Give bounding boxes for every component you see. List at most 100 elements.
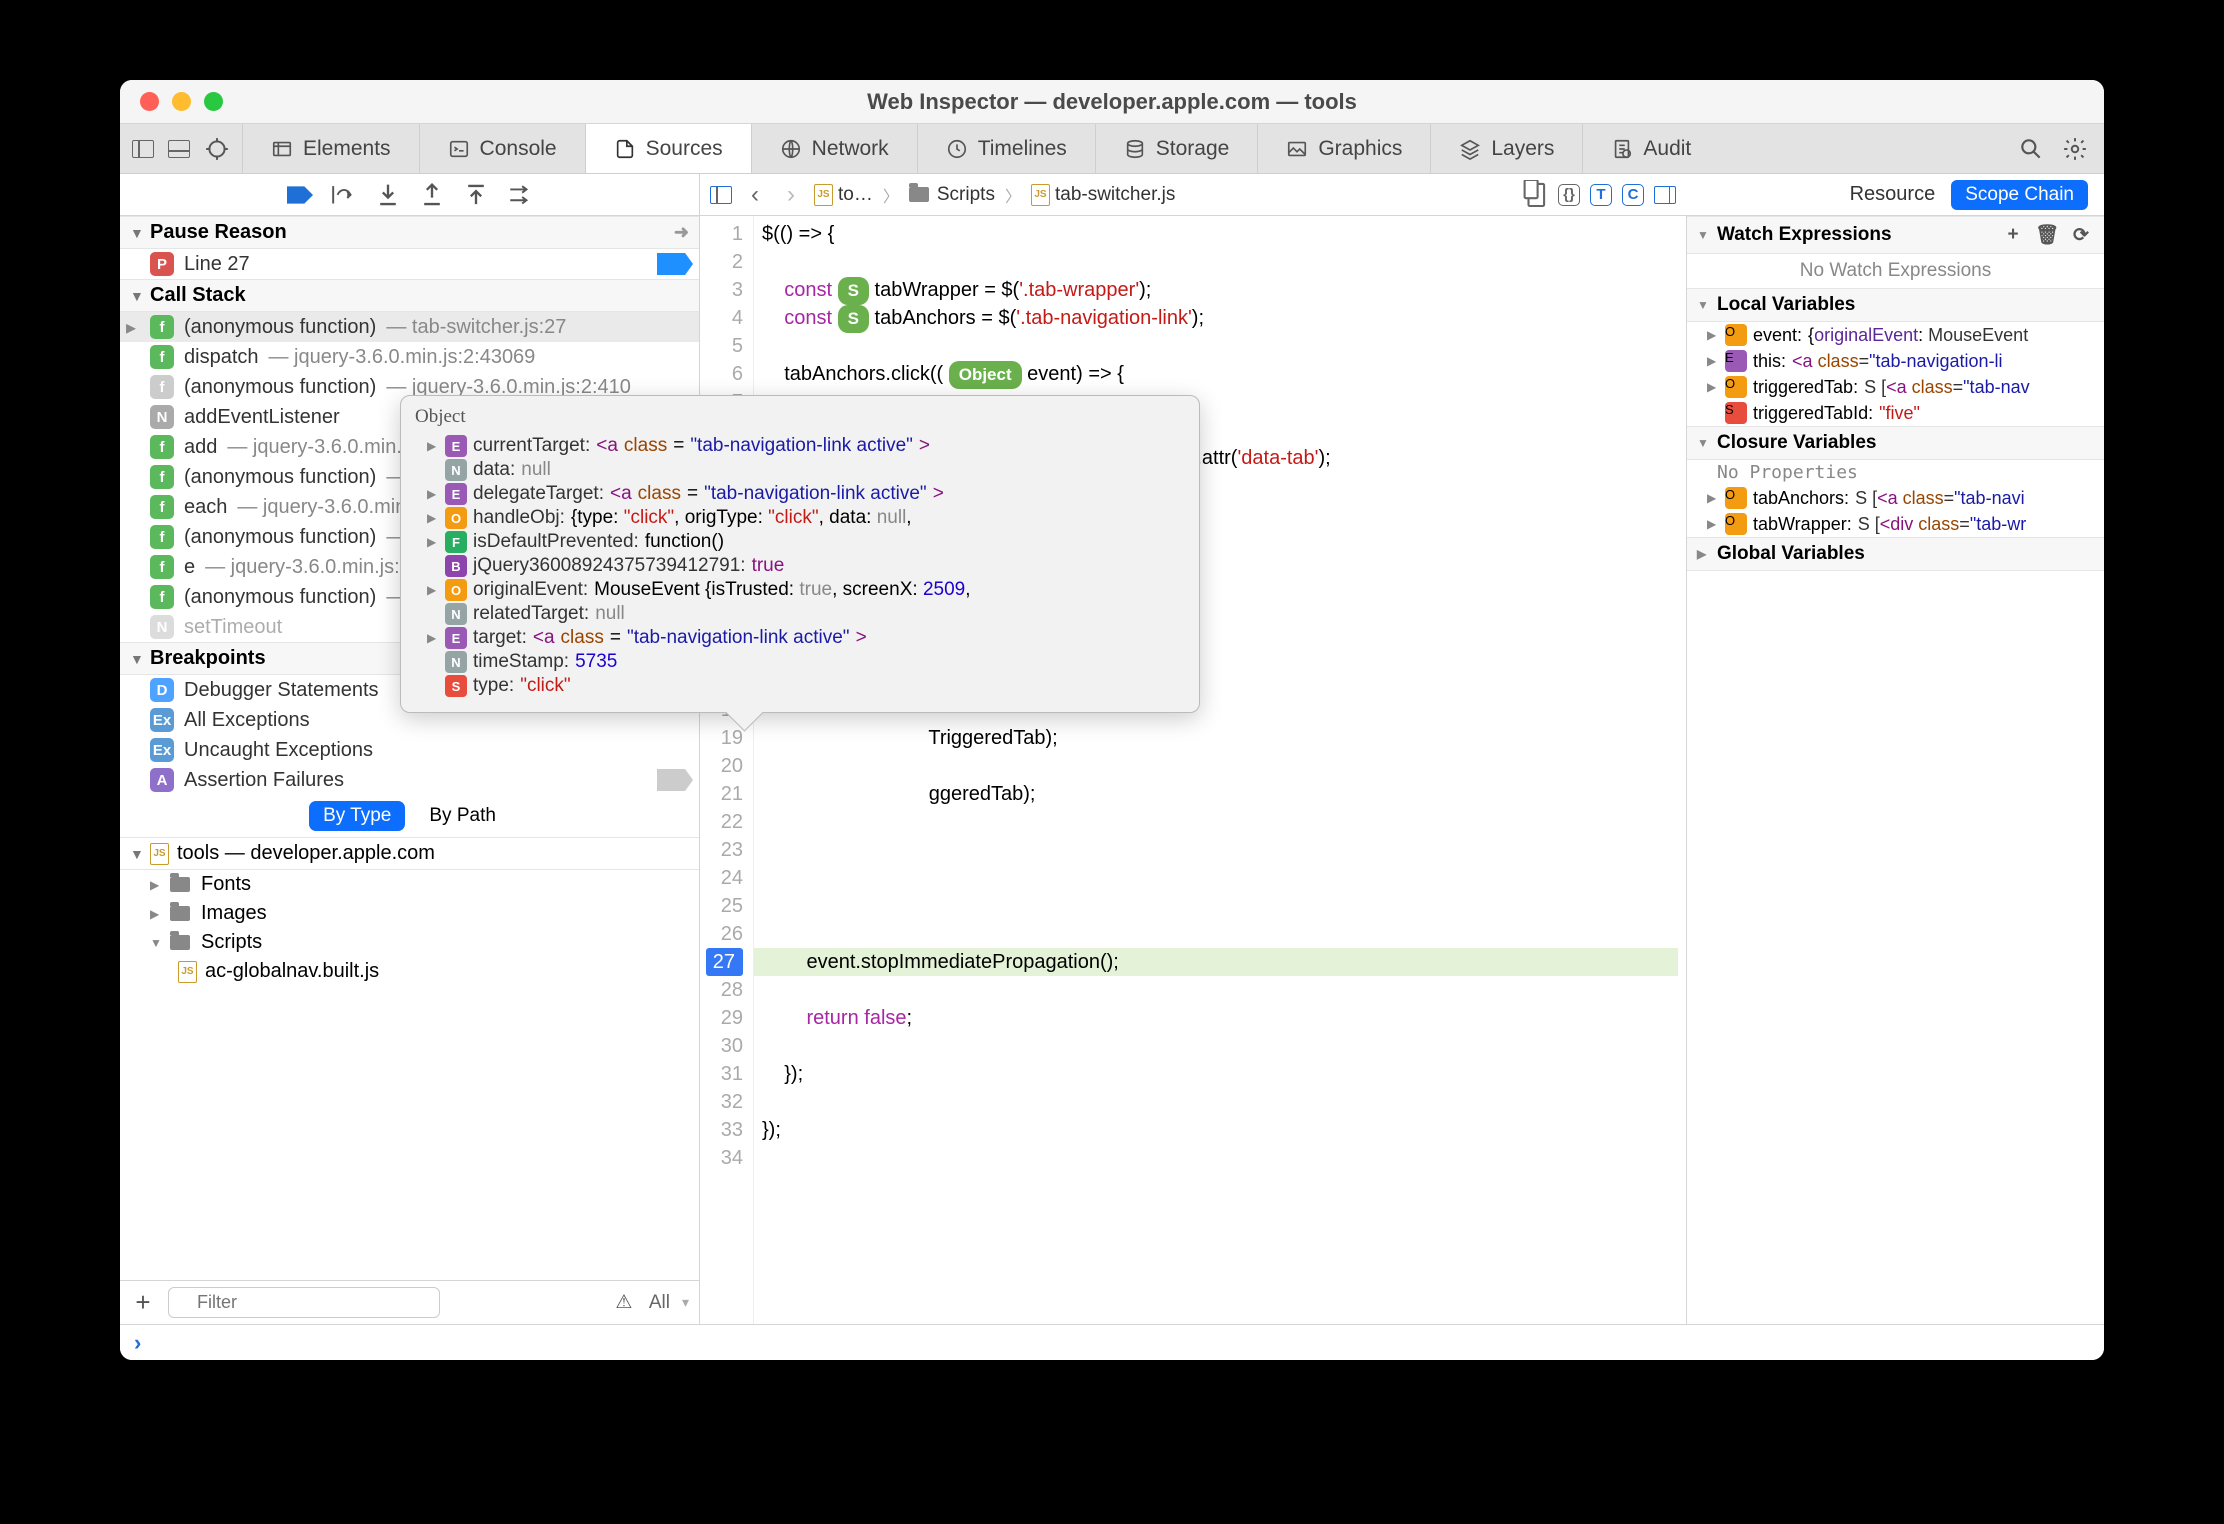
scope-variable[interactable]: ▶Ethis: <a class="tab-navigation-li [1687, 348, 2104, 374]
marker-arrow-icon [657, 769, 693, 791]
tree-folder[interactable]: ▶Images [120, 899, 699, 928]
popover-property[interactable]: ▶FisDefaultPrevented: function() [415, 530, 1185, 554]
clear-watch-icon[interactable]: 🗑 [2034, 222, 2060, 248]
search-icon[interactable] [2018, 136, 2044, 162]
tree-file[interactable]: JSac-globalnav.built.js [120, 957, 699, 986]
clipboard-icon[interactable] [1522, 182, 1548, 208]
tab-network[interactable]: Network [752, 124, 918, 173]
popover-property[interactable]: ▶EdelegateTarget: <a class="tab-navigati… [415, 482, 1185, 506]
closure-vars-header[interactable]: ▼Closure Variables [1687, 426, 2104, 460]
step-out-button[interactable] [419, 182, 445, 208]
goto-icon[interactable]: ➜ [674, 222, 689, 243]
type-icon: F [445, 531, 467, 553]
toggle-navigator-icon[interactable] [710, 186, 732, 204]
type-icon: E [445, 627, 467, 649]
breadcrumb-file[interactable]: JStab-switcher.js [1031, 184, 1175, 206]
pause-line-row[interactable]: PLine 27 [120, 249, 699, 279]
console-strip[interactable]: › [120, 1324, 2104, 1360]
callstack-frame[interactable]: ▸f(anonymous function) — tab-switcher.js… [120, 312, 699, 342]
popover-property[interactable]: ▶Etarget: <a class="tab-navigation-link … [415, 626, 1185, 650]
tab-audit[interactable]: Audit [1583, 124, 1719, 173]
scope-variable[interactable]: ▶OtriggeredTab: S [<a class="tab-nav [1687, 374, 2104, 400]
nav-back-button[interactable]: ‹ [742, 182, 768, 208]
popover-property[interactable]: NtimeStamp: 5735 [415, 650, 1185, 674]
filter-input[interactable] [168, 1287, 440, 1318]
marker-arrow-icon [657, 253, 693, 275]
by-path-button[interactable]: By Path [415, 801, 510, 831]
breadcrumb-project[interactable]: JSto… [814, 184, 873, 206]
traffic-lights [120, 92, 223, 111]
scope-chain-button[interactable]: Scope Chain [1951, 180, 2088, 210]
watch-header[interactable]: ▼Watch Expressions+🗑⟳ [1687, 216, 2104, 254]
tree-root[interactable]: ▼JStools — developer.apple.com [120, 837, 699, 870]
close-window-button[interactable] [140, 92, 159, 111]
pretty-print-icon[interactable]: {} [1558, 184, 1580, 206]
zoom-window-button[interactable] [204, 92, 223, 111]
filter-all-toggle[interactable]: All [649, 1292, 670, 1314]
popover-property[interactable]: BjQuery36008924375739412791: true [415, 554, 1185, 578]
step-button[interactable] [463, 182, 489, 208]
tab-layers[interactable]: Layers [1431, 124, 1583, 173]
scope-variable[interactable]: ▶OtabAnchors: S [<a class="tab-navi [1687, 485, 2104, 511]
tab-console[interactable]: Console [420, 124, 586, 173]
breadcrumb-folder[interactable]: Scripts [909, 184, 995, 206]
target-picker-icon[interactable] [204, 136, 230, 162]
popover-property[interactable]: ▶EcurrentTarget: <a class="tab-navigatio… [415, 434, 1185, 458]
add-breakpoint-button[interactable]: + [130, 1290, 156, 1316]
popover-property[interactable]: ▶OhandleObj: {type: "click", origType: "… [415, 506, 1185, 530]
nav-forward-button[interactable]: › [778, 182, 804, 208]
toggle-bottom-panel-icon[interactable] [168, 140, 190, 158]
js-file-icon: JS [150, 843, 169, 865]
popover-property[interactable]: Ndata: null [415, 458, 1185, 482]
main-content: ▼Pause Reason➜ PLine 27 ▼Call Stack ▸f(a… [120, 216, 2104, 1324]
scope-variable[interactable]: StriggeredTabId: "five" [1687, 400, 2104, 426]
type-icon: E [1725, 350, 1747, 372]
add-watch-icon[interactable]: + [2000, 222, 2026, 248]
pause-reason-header[interactable]: ▼Pause Reason➜ [120, 216, 699, 249]
frame-type-icon: f [150, 345, 174, 369]
tree-folder[interactable]: ▼Scripts [120, 928, 699, 957]
callstack-frame[interactable]: fdispatch — jquery-3.6.0.min.js:2:43069 [120, 342, 699, 372]
scope-variable[interactable]: ▶Oevent: {originalEvent: MouseEvent [1687, 322, 2104, 348]
step-over-button[interactable] [331, 182, 357, 208]
line-gutter[interactable]: 1234567891011121314151617181920212223242… [700, 216, 754, 1324]
source-editor[interactable]: 1234567891011121314151617181920212223242… [700, 216, 1686, 1324]
refresh-watch-icon[interactable]: ⟳ [2068, 222, 2094, 248]
breakpoint-type-icon: Ex [150, 708, 174, 732]
code-area[interactable]: $(() => { const S tabWrapper = $('.tab-w… [754, 216, 1686, 1324]
coverage-badge-C[interactable]: C [1622, 184, 1644, 206]
toggle-left-panel-icon[interactable] [132, 140, 154, 158]
warning-icon[interactable]: ⚠ [611, 1290, 637, 1316]
object-popover: Object ▶EcurrentTarget: <a class="tab-na… [400, 395, 1200, 713]
type-icon: O [1725, 376, 1747, 398]
tab-graphics[interactable]: Graphics [1258, 124, 1431, 173]
popover-property[interactable]: ▶OoriginalEvent: MouseEvent {isTrusted: … [415, 578, 1185, 602]
by-type-button[interactable]: By Type [309, 801, 405, 831]
resume-button[interactable] [287, 182, 313, 208]
type-badge-T[interactable]: T [1590, 184, 1612, 206]
local-vars-header[interactable]: ▼Local Variables [1687, 288, 2104, 322]
toggle-details-icon[interactable] [1654, 186, 1676, 204]
tab-elements[interactable]: Elements [243, 124, 420, 173]
breakpoint-item[interactable]: AAssertion Failures [120, 765, 699, 795]
type-icon: N [445, 603, 467, 625]
main-tabbar: Elements Console Sources Network Timelin… [120, 124, 2104, 174]
tab-timelines[interactable]: Timelines [918, 124, 1096, 173]
scope-variable[interactable]: ▶OtabWrapper: S [<div class="tab-wr [1687, 511, 2104, 537]
tree-folder[interactable]: ▶Fonts [120, 870, 699, 899]
sources-toolbar: ‹ › JSto… 〉 Scripts 〉 JStab-switcher.js … [120, 174, 2104, 216]
popover-property[interactable]: NrelatedTarget: null [415, 602, 1185, 626]
resource-toggle[interactable]: Resource [1850, 183, 1936, 206]
breakpoint-item[interactable]: ExUncaught Exceptions [120, 735, 699, 765]
continue-to-button[interactable] [507, 182, 533, 208]
settings-gear-icon[interactable] [2062, 136, 2088, 162]
minimize-window-button[interactable] [172, 92, 191, 111]
tab-sources[interactable]: Sources [586, 124, 752, 173]
call-stack-header[interactable]: ▼Call Stack [120, 279, 699, 312]
global-vars-header[interactable]: ▶Global Variables [1687, 537, 2104, 571]
folder-icon [170, 935, 190, 950]
tabbar-actions [2002, 124, 2104, 173]
popover-property[interactable]: Stype: "click" [415, 674, 1185, 698]
tab-storage[interactable]: Storage [1096, 124, 1259, 173]
step-into-button[interactable] [375, 182, 401, 208]
